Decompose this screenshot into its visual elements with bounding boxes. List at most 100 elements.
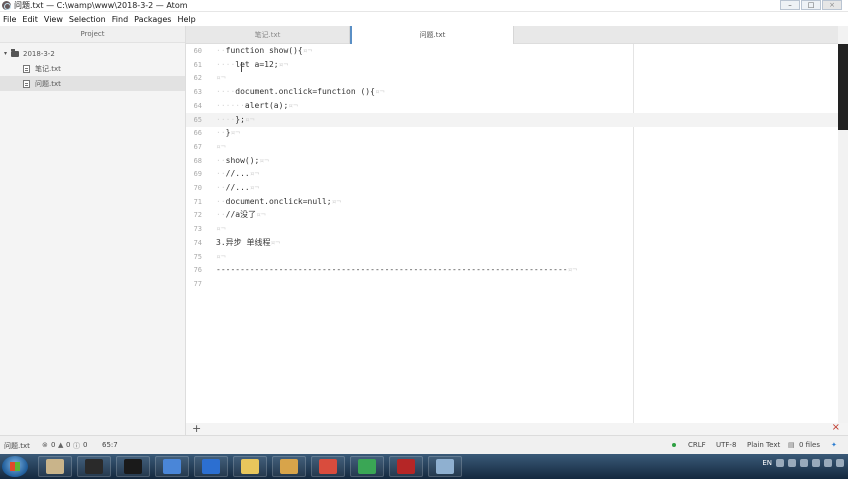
menu-packages[interactable]: Packages [134,15,171,24]
menu-view[interactable]: View [44,15,63,24]
menu-selection[interactable]: Selection [69,15,106,24]
text-caret [241,62,242,72]
taskbar-app-button[interactable] [311,456,345,477]
line-text: ······alert(a);¤¬ [216,99,298,113]
line-text: ----------------------------------------… [216,263,577,277]
editor-line[interactable]: 60 ··function show(){¤¬ [186,44,838,58]
volume-icon[interactable] [824,459,832,467]
start-button[interactable] [2,456,28,477]
eol-marker: ¤¬ [230,128,241,138]
editor-line[interactable]: 61 ····let a=12;¤¬ [186,58,838,72]
title-bar: 问题.txt — C:\wamp\www\2018-3-2 — Atom – □… [0,0,848,12]
line-number: 76 [193,266,202,275]
code-text: function show(){ [225,46,303,55]
status-errors[interactable]: 0 [51,441,55,449]
bird-icon[interactable]: ✦ [831,441,837,449]
eol-marker: ¤¬ [216,224,226,234]
indent-guide: ·· [216,169,226,179]
status-info[interactable]: 0 [83,441,87,449]
editor-line[interactable]: 68 ··show();¤¬ [186,154,838,168]
line-number: 63 [193,88,202,97]
editor-line[interactable]: 64 ······alert(a);¤¬ [186,99,838,113]
window-title: 问题.txt — C:\wamp\www\2018-3-2 — Atom [14,1,188,10]
chat-icon[interactable] [800,459,808,467]
editor-line[interactable]: 76 --------------------------------------… [186,263,838,277]
tree-folder[interactable]: ▾ 2018-3-2 [0,46,185,61]
tab-notes[interactable]: 笔记.txt [186,26,350,44]
taskbar-app-button[interactable] [350,456,384,477]
menu-help[interactable]: Help [177,15,195,24]
eol-marker: ¤¬ [216,73,226,83]
sigma-app-icon [202,459,220,474]
editor-line[interactable]: 70 ··//...¤¬ [186,181,838,195]
minimize-button[interactable]: – [780,0,800,10]
tree-view-footer [0,423,186,435]
eol-marker: ¤¬ [249,169,260,179]
add-panel-button[interactable]: + [192,422,201,435]
file-text-icon [23,79,30,88]
taskbar-app-button[interactable] [428,456,462,477]
editor-line[interactable]: 63 ····document.onclick=function (){¤¬ [186,85,838,99]
menu-find[interactable]: Find [112,15,128,24]
close-window-button[interactable]: × [822,0,842,10]
help-icon[interactable] [776,459,784,467]
editor-line[interactable]: 65 ····};¤¬ [186,112,838,127]
line-ending[interactable]: CRLF [688,441,706,449]
files-icon: ▤ [788,441,795,449]
maximize-button[interactable]: □ [801,0,821,10]
file-count[interactable]: 0 files [799,441,820,449]
taskbar-app-button[interactable] [155,456,189,477]
tree-file-questions[interactable]: 问题.txt [0,76,185,91]
line-number: 75 [193,252,202,261]
tab-questions[interactable]: 问题.txt [350,26,514,45]
tree-file-notes[interactable]: 笔记.txt [0,61,185,76]
editor-line[interactable]: 71 ··document.onclick=null;¤¬ [186,195,838,209]
error-icon: ⊗ [42,441,48,449]
code-text: alert(a); [244,100,289,110]
scrollbar-thumb[interactable] [838,44,848,130]
editor-scrollbar[interactable] [838,26,848,423]
taskbar-app-button[interactable] [272,456,306,477]
cursor-position[interactable]: 65:7 [102,441,118,449]
network-icon[interactable] [812,459,820,467]
status-file-name[interactable]: 问题.txt [4,441,30,451]
taskbar-app-button[interactable] [194,456,228,477]
grammar-selector[interactable]: Plain Text [747,441,780,449]
editor-line[interactable]: 72 ··//a没了¤¬ [186,208,838,222]
indent-guide: ···· [216,59,236,69]
editor-line[interactable]: 74 3.异步 单线程¤¬ [186,236,838,250]
system-tray: EN [762,459,844,467]
screen-app-icon [124,459,142,474]
taskbar-app-button[interactable] [116,456,150,477]
menu-file[interactable]: File [3,15,16,24]
chevron-down-icon: ▾ [4,50,8,57]
language-indicator[interactable]: EN [762,459,772,467]
line-number: 73 [193,225,202,234]
editor-line[interactable]: 73 ¤¬ [186,222,838,236]
media-app-icon [280,459,298,474]
taskbar-app-button[interactable] [77,456,111,477]
menu-bar: File Edit View Selection Find Packages H… [0,12,848,26]
close-panel-button[interactable]: × [832,422,840,433]
taskbar-app-button[interactable] [233,456,267,477]
eol-marker: ¤¬ [256,210,266,220]
editor-line[interactable]: 77 [186,277,838,291]
show-desktop-icon[interactable] [836,459,844,467]
indent-guide: ·· [216,196,226,206]
keyboard-icon[interactable] [788,459,796,467]
menu-edit[interactable]: Edit [22,15,38,24]
text-editor[interactable]: 60 ··function show(){¤¬ 61 ····let a=12;¤¬ 6… [186,44,838,423]
eol-marker: ¤¬ [278,59,289,69]
taskbar-app-button[interactable] [389,456,423,477]
file-encoding[interactable]: UTF-8 [716,441,736,449]
code-text: }; [235,114,245,124]
editor-line[interactable]: 75 ¤¬ [186,250,838,264]
editor-line[interactable]: 69 ··//...¤¬ [186,167,838,181]
line-number: 65 [193,115,202,124]
window-controls: – □ × [780,0,842,10]
editor-line[interactable]: 62 ¤¬ [186,71,838,85]
editor-line[interactable]: 67 ¤¬ [186,140,838,154]
taskbar-app-button[interactable] [38,456,72,477]
editor-line[interactable]: 66 ··}¤¬ [186,126,838,140]
status-warnings[interactable]: 0 [66,441,70,449]
